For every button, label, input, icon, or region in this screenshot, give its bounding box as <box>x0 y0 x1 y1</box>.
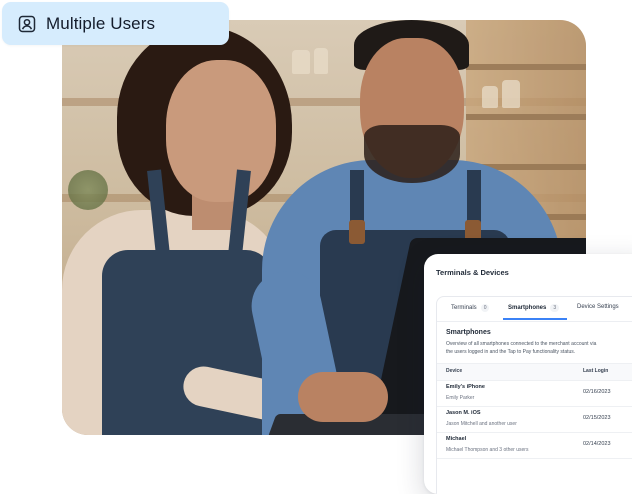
hands-on-keyboard <box>298 372 388 422</box>
device-name: Jason M. iOS <box>446 410 481 416</box>
woman-face <box>166 60 276 202</box>
device-user: Michael Thompson and 3 other users <box>446 447 529 453</box>
device-name: Emily's iPhone <box>446 384 485 390</box>
last-login-date: 02/15/2023 <box>583 415 611 421</box>
tab-label: Smartphones <box>508 305 547 311</box>
table-row[interactable]: Jason M. iOS Jason Mitchell and another … <box>437 406 632 433</box>
column-device: Device <box>446 368 463 374</box>
tab-device-settings[interactable]: Device Settings <box>577 304 619 310</box>
tab-terminals[interactable]: Terminals 0 <box>451 304 490 312</box>
last-login-date: 02/16/2023 <box>583 389 611 395</box>
last-login-date: 02/14/2023 <box>583 441 611 447</box>
tab-smartphones[interactable]: Smartphones 3 <box>508 304 560 312</box>
column-last-login: Last Login <box>583 368 609 374</box>
tab-count: 0 <box>480 304 490 312</box>
background-plant <box>68 170 108 210</box>
description-line: Overview of all smartphones connected to… <box>446 341 597 347</box>
section-description: Overview of all smartphones connected to… <box>446 340 632 356</box>
card-title: Terminals & Devices <box>436 268 509 277</box>
description-line: the users logged in and the Tap to Pay f… <box>446 349 576 355</box>
device-tabs: Terminals 0 Smartphones 3 Device Setting… <box>437 297 632 322</box>
active-tab-indicator <box>503 318 567 320</box>
section-title: Smartphones <box>446 329 491 336</box>
tab-label: Terminals <box>451 305 477 311</box>
device-user: Emily Parker <box>446 395 475 401</box>
device-user: Jason Mitchell and another user <box>446 421 517 427</box>
table-row[interactable]: Michael Michael Thompson and 3 other use… <box>437 432 632 459</box>
device-name: Michael <box>446 436 467 442</box>
table-row[interactable]: Emily's iPhone Emily Parker 02/16/2023 <box>437 380 632 407</box>
devices-panel: Terminals 0 Smartphones 3 Device Setting… <box>436 296 632 494</box>
tab-count: 3 <box>550 304 560 312</box>
shelf-jar <box>314 48 328 74</box>
apron-buckle <box>349 220 365 244</box>
badge-label: Multiple Users <box>46 13 156 33</box>
tab-label: Device Settings <box>577 304 619 310</box>
shelf-jar <box>482 86 498 108</box>
table-header: Device Last Login <box>437 363 632 381</box>
man-beard <box>364 125 460 183</box>
user-square-icon <box>18 15 36 33</box>
terminals-devices-card: Terminals & Devices Terminals 0 Smartpho… <box>424 254 632 494</box>
shelf-jar <box>292 50 310 74</box>
shelf-jar <box>502 80 520 108</box>
multiple-users-badge: Multiple Users <box>2 2 229 45</box>
